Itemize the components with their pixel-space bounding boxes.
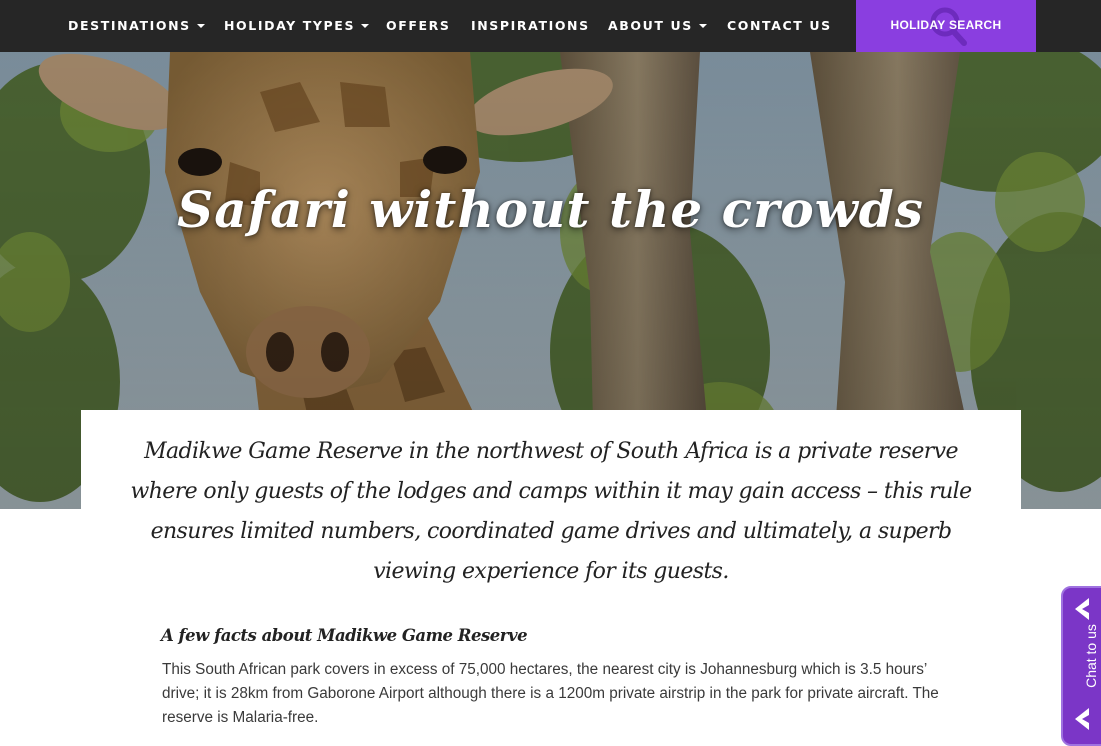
nav-item-about-us[interactable]: ABOUT US	[608, 0, 707, 52]
nav-item-contact-us[interactable]: CONTACT US	[727, 0, 832, 52]
nav-item-label: ABOUT US	[608, 18, 693, 33]
nav-item-offers[interactable]: OFFERS	[386, 0, 450, 52]
hero-title: Safari without the crowds	[177, 180, 924, 239]
facts-heading: A few facts about Madikwe Game Reserve	[161, 626, 528, 645]
nav-item-label: OFFERS	[386, 18, 451, 33]
nav-item-label: INSPIRATIONS	[471, 18, 590, 33]
caret-down-icon	[698, 23, 707, 28]
holiday-search-label: HOLIDAY SEARCH	[890, 18, 1002, 32]
intro-card: Madikwe Game Reserve in the northwest of…	[81, 410, 1021, 600]
chat-to-us-tab[interactable]: Chat to us	[1061, 586, 1101, 746]
chevron-left-icon	[1075, 708, 1089, 730]
chat-label: Chat to us	[1083, 624, 1099, 688]
nav-item-label: HOLIDAY TYPES	[224, 18, 356, 33]
nav-item-inspirations[interactable]: INSPIRATIONS	[471, 0, 590, 52]
holiday-search-button[interactable]: HOLIDAY SEARCH	[856, 0, 1036, 52]
nav-item-label: DESTINATIONS	[68, 18, 191, 33]
nav-item-label: CONTACT US	[727, 18, 832, 33]
facts-body: This South African park covers in excess…	[162, 661, 939, 726]
nav-item-destinations[interactable]: DESTINATIONS	[68, 0, 205, 52]
intro-text: Madikwe Game Reserve in the northwest of…	[130, 439, 972, 584]
nav-item-holiday-types[interactable]: HOLIDAY TYPES	[224, 0, 370, 52]
caret-down-icon	[361, 23, 370, 28]
top-navigation: DESTINATIONS HOLIDAY TYPES OFFERS INSPIR…	[0, 0, 1101, 52]
caret-down-icon	[196, 23, 205, 28]
